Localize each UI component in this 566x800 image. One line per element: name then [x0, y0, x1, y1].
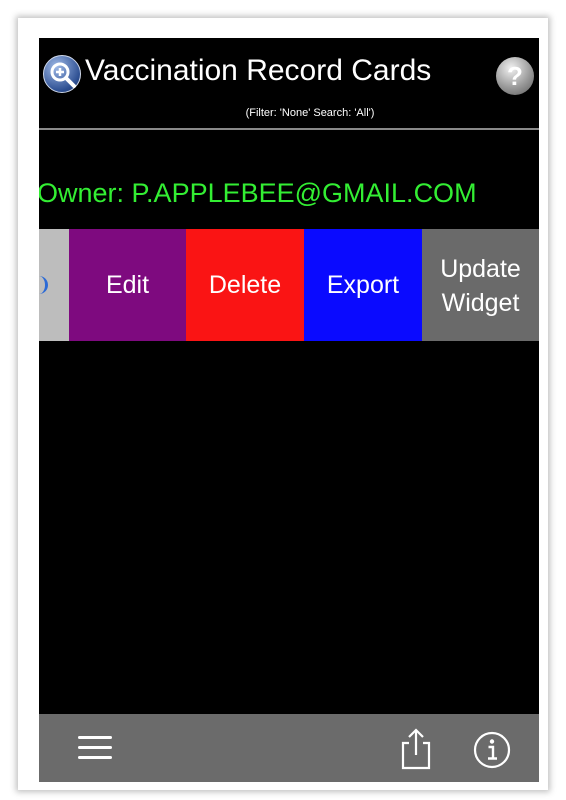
filter-status: (Filter: 'None' Search: 'All'): [245, 107, 375, 119]
header-divider: [39, 128, 539, 130]
info-icon[interactable]: [472, 730, 512, 770]
update-widget-button[interactable]: Update Widget: [422, 229, 539, 341]
search-icon[interactable]: [43, 55, 81, 93]
export-button[interactable]: Export: [304, 229, 422, 341]
row-indicator-icon: [39, 276, 48, 294]
swipe-action-row: Edit Delete Export Update Widget: [39, 229, 539, 341]
help-icon[interactable]: ?: [496, 57, 534, 95]
delete-button[interactable]: Delete: [186, 229, 304, 341]
page-title: Vaccination Record Cards: [85, 54, 432, 87]
app-header: Vaccination Record Cards (Filter: 'None'…: [39, 38, 539, 128]
hamburger-menu-icon[interactable]: [78, 734, 112, 762]
update-widget-label-line2: Widget: [441, 289, 520, 317]
share-icon[interactable]: [396, 728, 436, 770]
record-row-edge[interactable]: [39, 229, 69, 341]
app-screen: Vaccination Record Cards (Filter: 'None'…: [39, 38, 539, 782]
bottom-toolbar: [39, 714, 539, 782]
edit-button[interactable]: Edit: [69, 229, 186, 341]
update-widget-label-line1: Update: [440, 255, 521, 283]
owner-label: Owner: P.APPLEBEE@GMAIL.COM: [39, 178, 477, 208]
